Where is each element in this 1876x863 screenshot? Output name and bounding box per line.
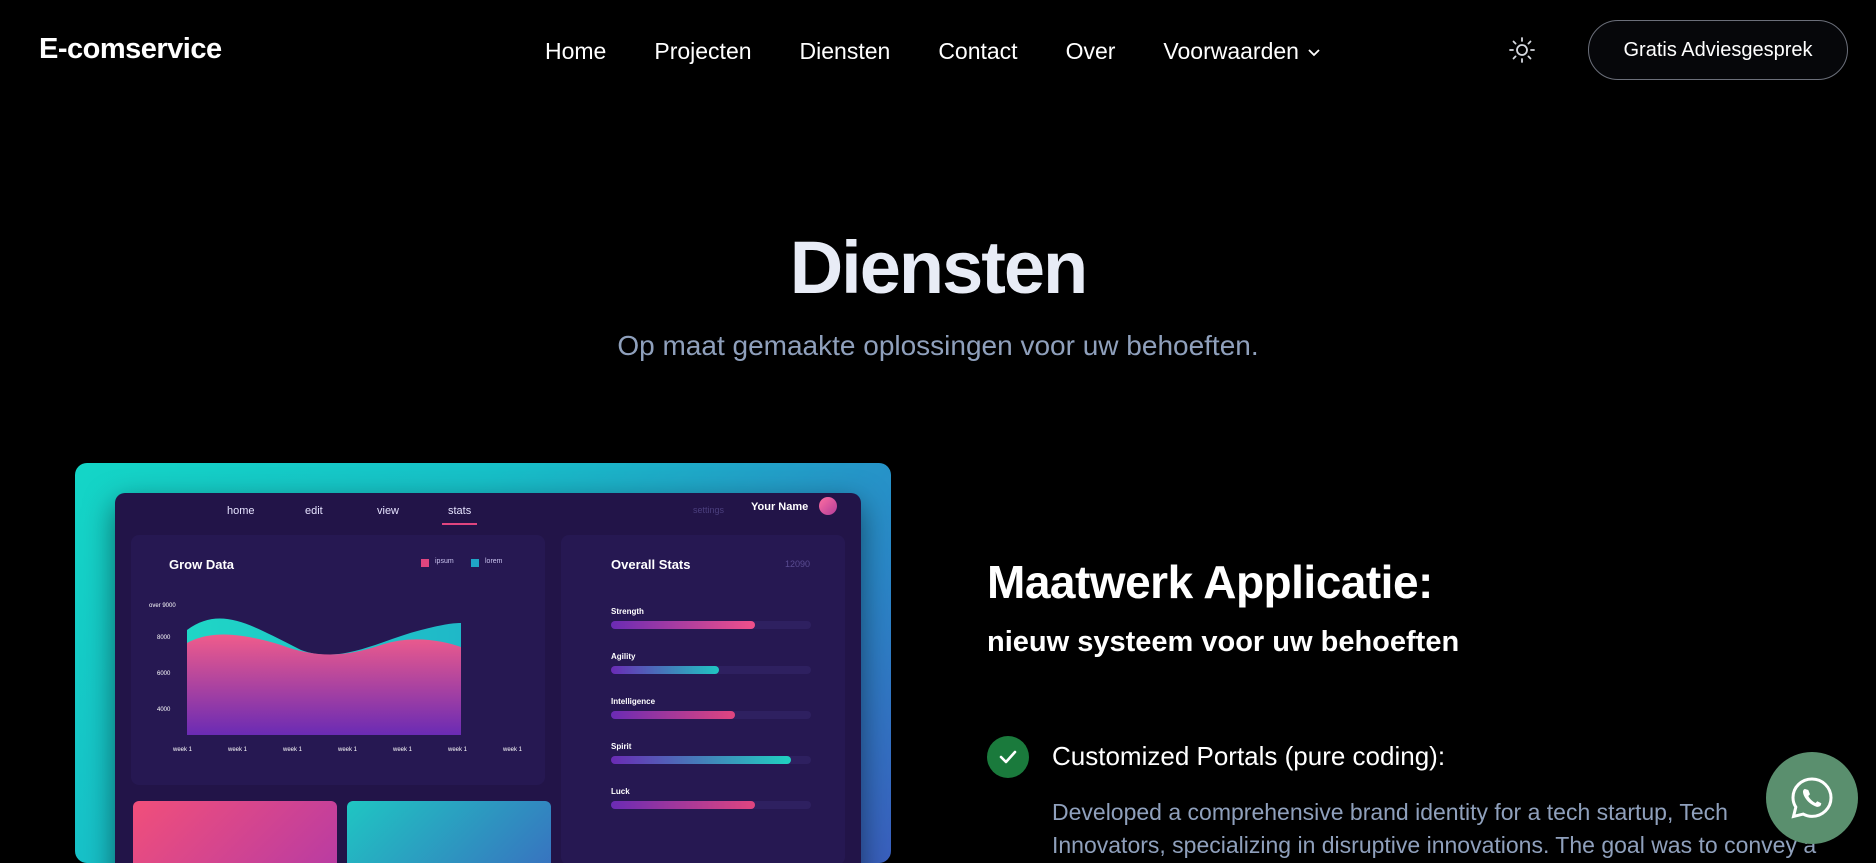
mockup-tab-view: view <box>377 505 400 517</box>
nav-link-voorwaarden-label: Voorwaarden <box>1163 38 1299 64</box>
x-tick: week 1 <box>448 747 468 753</box>
mockup-tab-home: home <box>227 505 255 517</box>
stat-bar-fill <box>611 711 735 719</box>
nav-link-voorwaarden[interactable]: Voorwaarden <box>1163 38 1321 65</box>
stat-bar-fill <box>611 666 719 674</box>
nav-links: Home Projecten Diensten Contact Over Voo… <box>545 38 1369 65</box>
top-navigation: E-comservice Home Projecten Diensten Con… <box>0 0 1876 104</box>
mockup-tab-edit: edit <box>305 505 323 517</box>
service-subtitle: nieuw systeem voor uw behoeften <box>987 626 1460 658</box>
mini-card-teal <box>347 801 551 863</box>
stat-label: Strength <box>611 607 644 616</box>
overall-stats-card: Overall Stats 12090 Strength Agility Intel… <box>561 535 845 863</box>
dashboard-mockup-image: home edit view stats settings Your Name … <box>75 463 891 863</box>
mockup-settings: settings <box>693 505 725 515</box>
stat-bar-track <box>611 621 811 629</box>
whatsapp-icon[interactable] <box>1766 752 1858 844</box>
x-tick: week 1 <box>393 747 413 753</box>
overall-stats-number: 12090 <box>785 559 811 569</box>
free-consultation-button[interactable]: Gratis Adviesgesprek <box>1588 20 1848 80</box>
x-tick: week 1 <box>503 747 523 753</box>
stat-bar-track <box>611 801 811 809</box>
stat-bar-track <box>611 756 811 764</box>
stat-label: Intelligence <box>611 697 656 706</box>
stat-label: Spirit <box>611 742 632 751</box>
x-tick: week 1 <box>283 747 303 753</box>
avatar <box>819 497 837 515</box>
x-tick: week 1 <box>338 747 358 753</box>
feature-description: Developed a comprehensive brand identity… <box>1052 799 1817 858</box>
x-tick: week 1 <box>173 747 193 753</box>
stat-bar-track <box>611 711 811 719</box>
nav-link-contact[interactable]: Contact <box>938 38 1017 65</box>
grow-data-card: Grow Data ipsum lorem over 9000 8000 600… <box>131 535 545 785</box>
service-title: Maatwerk Applicatie: <box>987 556 1433 608</box>
mockup-tabs: home edit view stats <box>115 499 861 527</box>
nav-link-projecten[interactable]: Projecten <box>654 38 751 65</box>
sun-icon[interactable] <box>1508 36 1536 64</box>
overall-stats-title: Overall Stats <box>611 557 691 572</box>
mockup-tab-stats: stats <box>441 505 478 525</box>
chevron-down-icon <box>1307 38 1321 65</box>
page-title: Diensten <box>789 226 1089 309</box>
nav-link-home[interactable]: Home <box>545 38 606 65</box>
nav-link-diensten[interactable]: Diensten <box>800 38 891 65</box>
stat-bar-fill <box>611 801 755 809</box>
feature-title: Customized Portals (pure coding): <box>1052 741 1446 771</box>
stat-bar-track <box>611 666 811 674</box>
page-subtitle: Op maat gemaakte oplossingen voor uw beh… <box>617 330 1259 361</box>
nav-link-over[interactable]: Over <box>1066 38 1116 65</box>
series-ipsum-area <box>187 634 461 735</box>
check-icon <box>987 736 1029 778</box>
stat-bar-fill <box>611 756 791 764</box>
x-tick: week 1 <box>228 747 248 753</box>
stat-bar-fill <box>611 621 755 629</box>
stat-label: Luck <box>611 787 630 796</box>
mockup-user-name: Your Name <box>751 501 809 513</box>
brand-logo[interactable]: E-comservice <box>39 33 222 66</box>
mini-card-pink <box>133 801 337 863</box>
mockup-panel: home edit view stats settings Your Name … <box>115 493 861 863</box>
stat-label: Agility <box>611 652 636 661</box>
